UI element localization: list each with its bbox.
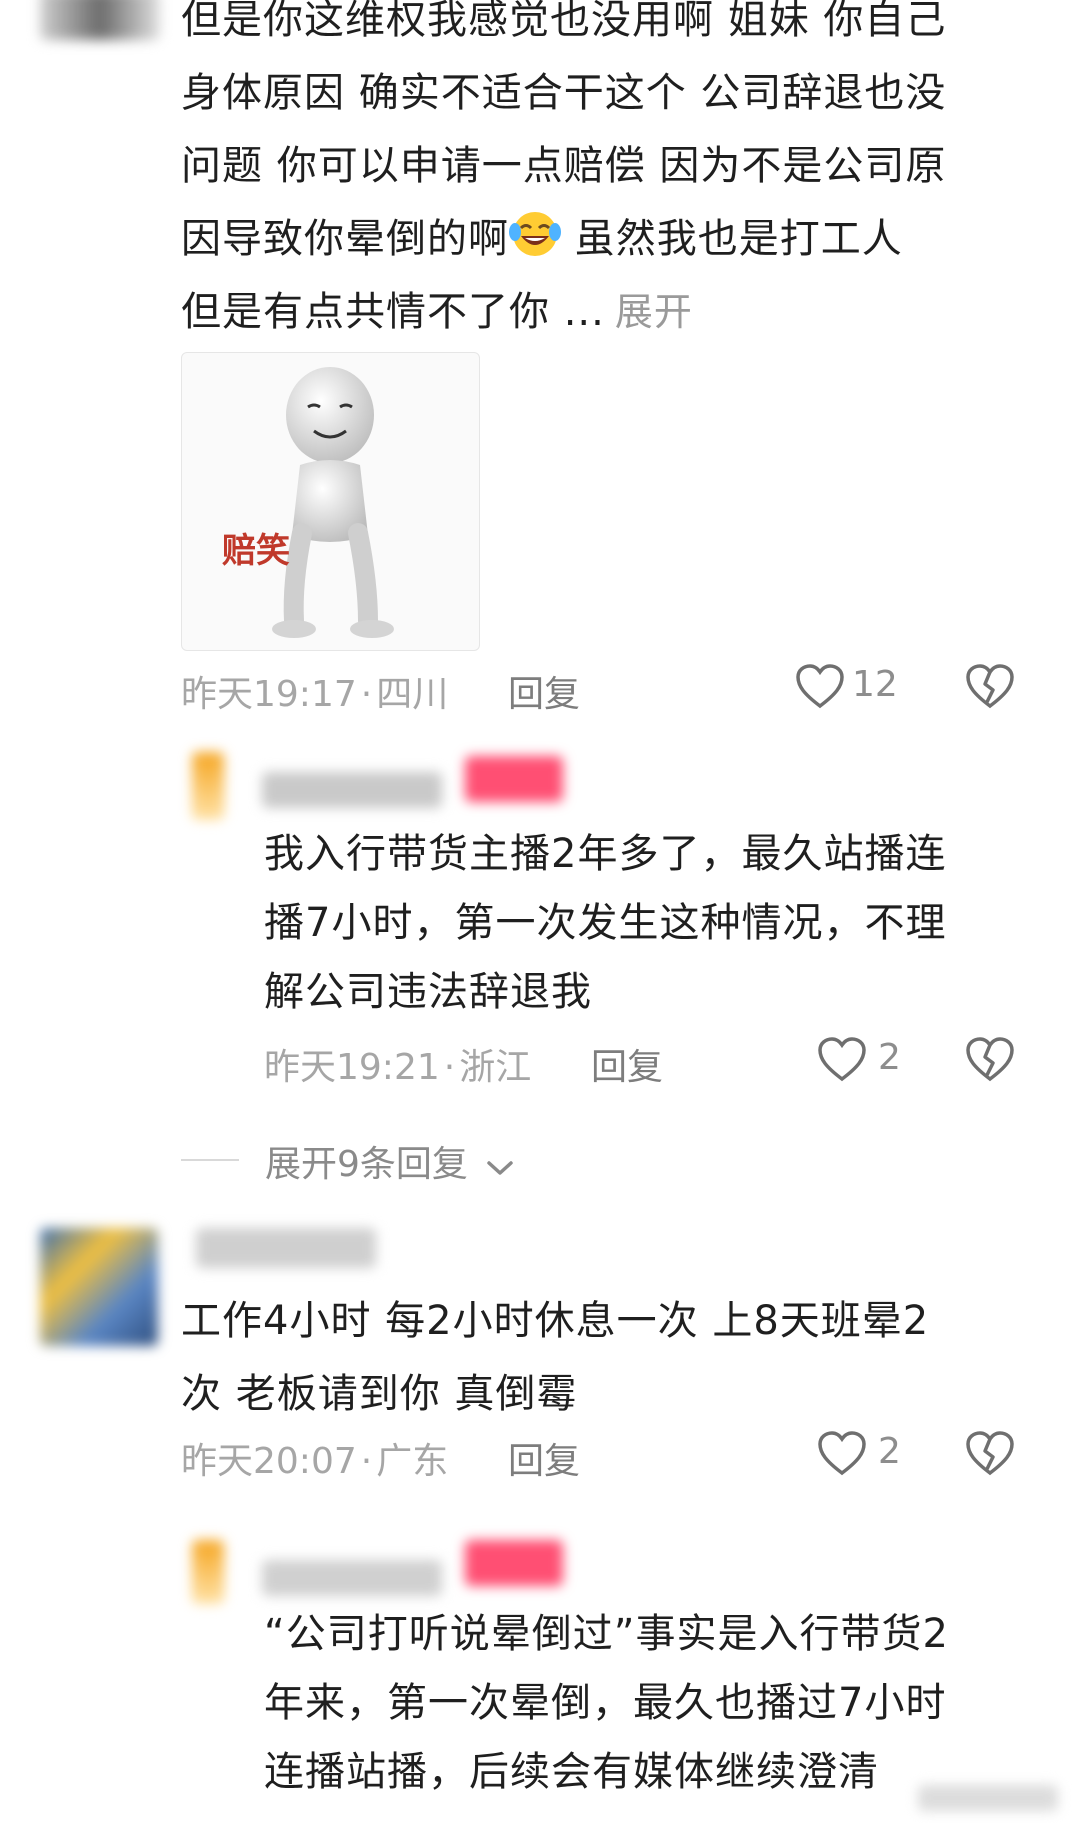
reply-username[interactable] [262, 772, 442, 808]
avatar[interactable] [40, 1228, 158, 1346]
sticker-caption: 赔笑 [222, 531, 290, 571]
broken-heart-icon [966, 1431, 1014, 1476]
reply-badge [465, 756, 563, 802]
sticker-image[interactable]: 赔笑 [181, 352, 480, 651]
text-after-emoji: 虽然我也是打工人 [561, 216, 903, 262]
text-line: 次 老板请到你 真倒霉 [181, 1371, 578, 1417]
timestamp: 昨天19:21 [264, 1047, 440, 1088]
like-button[interactable] [796, 664, 844, 710]
reply-meta: 昨天19:21 · 浙江 [264, 1038, 531, 1090]
text-line: 播7小时，第一次发生这种情况，不理 [264, 900, 947, 946]
reply-button[interactable]: 回复 [508, 1432, 580, 1484]
text-line: 我入行带货主播2年多了，最久站播连 [264, 831, 947, 877]
expand-link[interactable]: 展开 [615, 290, 693, 334]
reply-text: 我入行带货主播2年多了，最久站播连 播7小时，第一次发生这种情况，不理 解公司违… [264, 820, 1044, 1027]
comment-text: 但是你这维权我感觉也没用啊 姐妹 你自己 身体原因 确实不适合干这个 公司辞退也… [181, 0, 1041, 349]
reply-button[interactable]: 回复 [591, 1038, 663, 1090]
reply-text: “公司打听说晕倒过”事实是入行带货2 年来，第一次晕倒，最久也播过7小时 连播站… [264, 1600, 1064, 1807]
comment-text: 工作4小时 每2小时休息一次 上8天班晕2 次 老板请到你 真倒霉 [181, 1285, 1041, 1431]
reply-avatar[interactable] [192, 1540, 224, 1604]
reply-username[interactable] [262, 1560, 442, 1596]
like-count: 12 [852, 664, 898, 705]
text-line: 但是你这维权我感觉也没用啊 姐妹 你自己 [181, 0, 947, 43]
meta-separator: · [360, 674, 373, 715]
location: 广东 [376, 1441, 449, 1482]
comment-meta: 昨天19:17 · 四川 [181, 665, 448, 717]
timestamp: 昨天20:07 [181, 1441, 357, 1482]
reply-badge [465, 1540, 563, 1586]
location: 四川 [376, 674, 449, 715]
text-line: 问题 你可以申请一点赔偿 因为不是公司原 [181, 143, 947, 189]
like-count: 2 [878, 1431, 901, 1472]
dislike-button[interactable] [966, 664, 1014, 710]
text-line: 解公司违法辞退我 [264, 969, 592, 1015]
text-line: 因导致你晕倒的啊 [181, 216, 509, 262]
like-count: 2 [878, 1037, 901, 1078]
expand-replies-button[interactable]: 展开9条回复 [265, 1135, 515, 1187]
text-line-with-emoji: 因导致你晕倒的啊 虽然我也是打工人 [181, 203, 1041, 276]
heart-icon [818, 1431, 866, 1476]
meta-separator: · [360, 1441, 373, 1482]
dislike-button[interactable] [966, 1431, 1014, 1477]
dislike-button[interactable] [966, 1037, 1014, 1083]
reply-button[interactable]: 回复 [508, 665, 580, 717]
expand-replies-label: 展开9条回复 [265, 1144, 468, 1185]
watermark [918, 1785, 1058, 1811]
broken-heart-icon [966, 1037, 1014, 1082]
text-line: 身体原因 确实不适合干这个 公司辞退也没 [181, 70, 947, 116]
divider [181, 1159, 239, 1161]
meta-separator: · [443, 1047, 456, 1088]
heart-icon [796, 664, 844, 709]
text-line: 但是有点共情不了你 ... [181, 289, 605, 335]
like-button[interactable] [818, 1431, 866, 1477]
comment-username[interactable] [196, 1228, 376, 1268]
smiley-figure-icon [272, 367, 394, 638]
avatar[interactable] [40, 0, 160, 40]
like-button[interactable] [818, 1037, 866, 1083]
heart-icon [818, 1037, 866, 1082]
timestamp: 昨天19:17 [181, 674, 357, 715]
location: 浙江 [459, 1047, 532, 1088]
text-line-last: 但是有点共情不了你 ... 展开 [181, 276, 1041, 349]
laughing-tears-emoji-icon [509, 208, 561, 260]
text-line: 年来，第一次晕倒，最久也播过7小时 [264, 1680, 947, 1726]
chevron-down-icon [485, 1146, 515, 1187]
reply-avatar[interactable] [192, 752, 224, 820]
text-line: “公司打听说晕倒过”事实是入行带货2 [264, 1611, 949, 1657]
comment-meta: 昨天20:07 · 广东 [181, 1432, 448, 1484]
broken-heart-icon [966, 664, 1014, 709]
text-line: 工作4小时 每2小时休息一次 上8天班晕2 [181, 1298, 930, 1344]
